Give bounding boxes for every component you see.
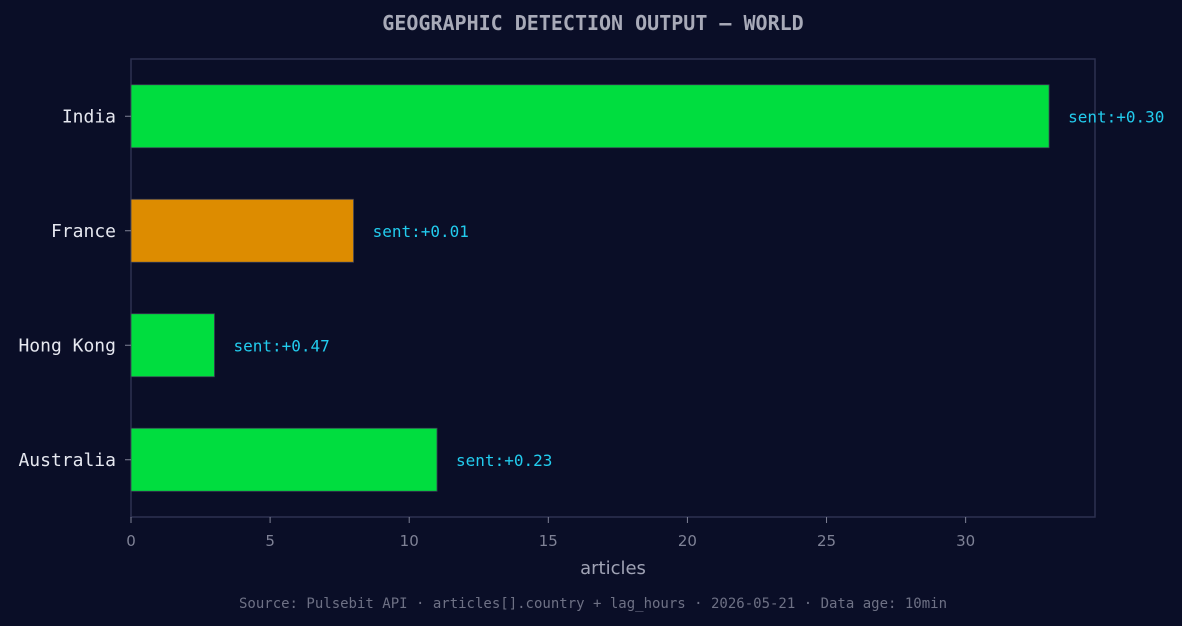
x-tick-label: 5 bbox=[265, 532, 275, 550]
x-axis-label: articles bbox=[580, 558, 646, 579]
bar bbox=[130, 198, 354, 263]
x-tick-label: 10 bbox=[400, 532, 419, 550]
category-label: Australia bbox=[18, 450, 116, 471]
sentiment-label: sent:+0.30 bbox=[1068, 107, 1164, 126]
bar bbox=[130, 84, 1050, 149]
x-tick-label: 25 bbox=[817, 532, 836, 550]
x-tick-label: 20 bbox=[678, 532, 697, 550]
source-footer: Source: Pulsebit API · articles[].countr… bbox=[239, 596, 947, 612]
bar bbox=[130, 427, 438, 492]
category-label: France bbox=[51, 221, 116, 242]
bar bbox=[130, 313, 215, 378]
sentiment-label: sent:+0.47 bbox=[233, 336, 329, 355]
chart-title: GEOGRAPHIC DETECTION OUTPUT — WORLD bbox=[382, 11, 803, 35]
plot-area: India sent:+0.30 France sent:+0.01 Hong Kong… bbox=[18, 58, 1164, 550]
x-tick-label: 0 bbox=[126, 532, 136, 550]
x-tick-label: 30 bbox=[956, 532, 975, 550]
sentiment-label: sent:+0.23 bbox=[456, 451, 552, 470]
category-label: Hong Kong bbox=[18, 335, 116, 356]
category-label: India bbox=[62, 106, 116, 127]
x-tick-label: 15 bbox=[539, 532, 558, 550]
bar-chart: GEOGRAPHIC DETECTION OUTPUT — WORLD Indi… bbox=[18, 11, 1164, 612]
sentiment-label: sent:+0.01 bbox=[373, 222, 469, 241]
